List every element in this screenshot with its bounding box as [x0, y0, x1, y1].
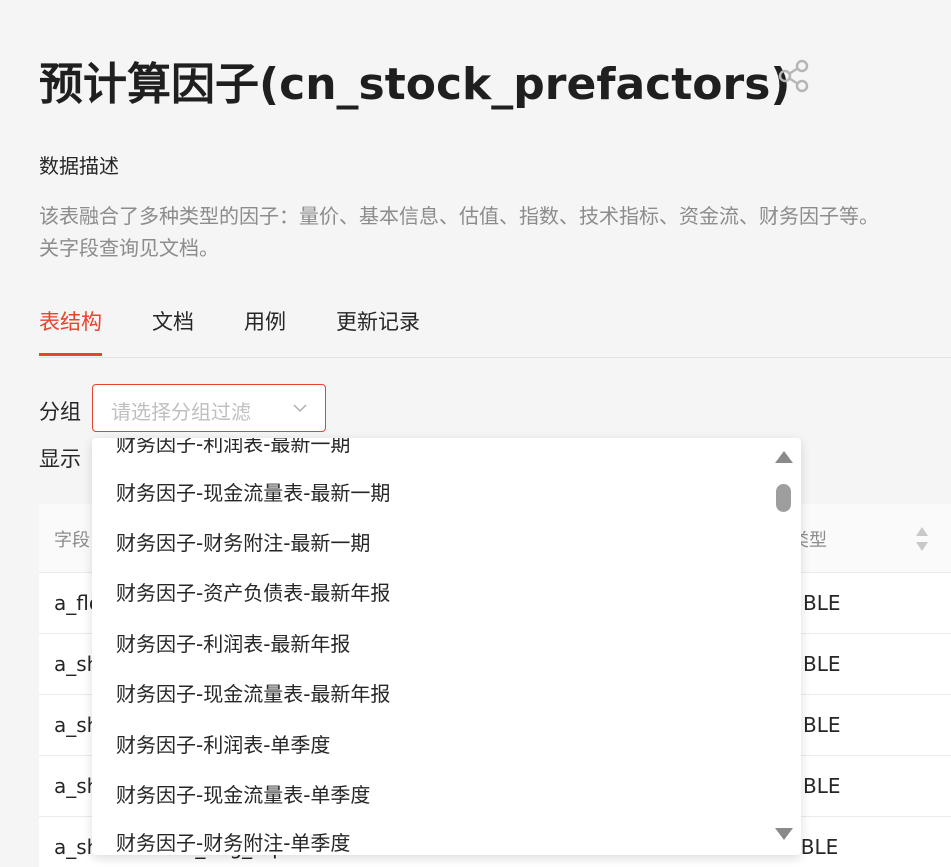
column-header-field: 字段: [54, 530, 90, 551]
tab-examples[interactable]: 用例: [244, 306, 286, 356]
dropdown-option[interactable]: 财务因子-利润表-最新年报: [116, 628, 350, 657]
dropdown-option[interactable]: 财务因子-现金流量表-最新一期: [116, 477, 390, 506]
dropdown-option[interactable]: 财务因子-利润表-单季度: [116, 729, 330, 758]
sort-icon[interactable]: [914, 524, 930, 554]
dropdown-option[interactable]: 财务因子-财务附注-最新一期: [116, 527, 370, 556]
group-filter-placeholder: 请选择分组过滤: [111, 400, 251, 424]
tab-divider: [39, 357, 951, 358]
chevron-down-icon: [293, 404, 307, 413]
dropdown-option[interactable]: 财务因子-利润表-最新一期: [116, 438, 350, 457]
dropdown-option[interactable]: 财务因子-现金流量表-最新年报: [116, 678, 390, 707]
share-icon[interactable]: [776, 58, 812, 94]
description-line-1: 该表融合了多种类型的因子：量价、基本信息、估值、指数、技术指标、资金流、财务因子…: [39, 204, 879, 228]
page: 预计算因子(cn_stock_prefactors) 数据描述 该表融合了多种类…: [0, 0, 951, 867]
cell-type: BLE: [803, 652, 841, 676]
description-text: 该表融合了多种类型的因子：量价、基本信息、估值、指数、技术指标、资金流、财务因子…: [39, 200, 951, 264]
tab-bar: 表结构 文档 用例 更新记录: [39, 306, 470, 358]
scroll-up-arrow-icon[interactable]: [775, 451, 793, 463]
dropdown-option[interactable]: 财务因子-财务附注-单季度: [116, 827, 350, 855]
dropdown-option[interactable]: 财务因子-现金流量表-单季度: [116, 779, 370, 808]
tab-schema[interactable]: 表结构: [39, 306, 102, 356]
cell-type: BLE: [803, 591, 841, 615]
show-label: 显示: [39, 447, 81, 471]
dropdown-scrollbar[interactable]: [770, 438, 801, 855]
group-label: 分组: [39, 400, 81, 424]
cell-type: BLE: [803, 774, 841, 798]
group-filter-select[interactable]: 请选择分组过滤: [92, 384, 326, 432]
title-row: 预计算因子(cn_stock_prefactors): [39, 48, 791, 112]
dropdown-options: 财务因子-利润表-最新一期 财务因子-现金流量表-最新一期 财务因子-财务附注-…: [92, 438, 770, 855]
description-line-2: 关字段查询见文档。: [39, 236, 219, 260]
dropdown-option[interactable]: 财务因子-资产负债表-最新年报: [116, 577, 390, 606]
tab-changelog[interactable]: 更新记录: [336, 306, 420, 356]
tab-docs[interactable]: 文档: [152, 306, 194, 356]
cell-type: BLE: [803, 713, 841, 737]
scrollbar-thumb[interactable]: [776, 484, 791, 512]
page-title: 预计算因子(cn_stock_prefactors): [39, 59, 791, 110]
description-label: 数据描述: [39, 154, 119, 178]
scroll-down-arrow-icon[interactable]: [775, 828, 793, 840]
group-dropdown-menu: 财务因子-利润表-最新一期 财务因子-现金流量表-最新一期 财务因子-财务附注-…: [92, 438, 801, 855]
